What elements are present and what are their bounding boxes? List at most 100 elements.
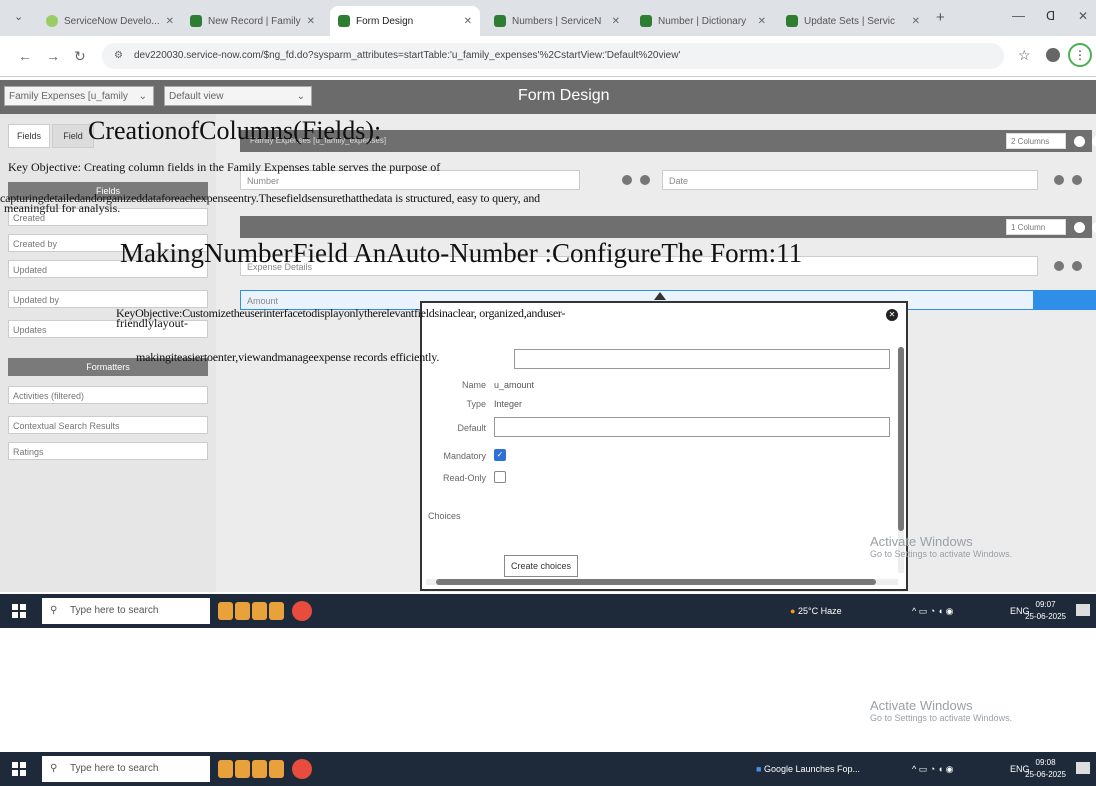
chrome-icon[interactable] — [292, 601, 312, 621]
formatter-label: Contextual Search Results — [13, 421, 120, 431]
watermark-title: Activate Windows — [870, 534, 973, 549]
clock-time: 09:07 — [1035, 600, 1056, 609]
close-icon[interactable]: ✕ — [752, 16, 766, 27]
news-text: Google Launches Fop... — [763, 764, 861, 774]
table-select[interactable]: Family Expenses [u_family ⌄ — [4, 86, 154, 106]
delete-section-icon[interactable] — [1092, 136, 1096, 147]
delete-section-icon[interactable] — [1092, 222, 1096, 233]
reload-icon[interactable]: ↻ — [74, 48, 86, 65]
tab-field-types-label: Field Types — [63, 131, 83, 141]
new-tab-button[interactable]: + — [936, 9, 945, 26]
form-field-date[interactable]: Date — [662, 170, 1038, 190]
gear-icon[interactable] — [1074, 222, 1085, 233]
section-header-2[interactable]: 1 Column — [240, 216, 1096, 238]
default-input[interactable] — [494, 417, 890, 437]
tab-new-record[interactable]: New Record | Family ✕ — [182, 6, 322, 36]
system-tray-icons[interactable]: ^ ▭ ◔ ◖ ◉ — [912, 752, 953, 786]
system-tray-icons[interactable]: ^ ▭ ◔ ◖ ◉ — [912, 594, 953, 628]
news-widget[interactable]: ■ Google Launches Fop... — [756, 752, 860, 786]
create-choices-button[interactable]: Create choices — [504, 555, 578, 577]
back-icon[interactable]: ← — [18, 48, 32, 64]
taskbar-2: ⚲ Type here to search ■ Google Launches … — [0, 752, 1096, 786]
palette-formatter-ratings[interactable]: Ratings — [8, 442, 208, 460]
weather-widget[interactable]: ● 25°C Haze — [790, 594, 842, 628]
remove-field-icon[interactable] — [1072, 261, 1082, 271]
news-icon: ■ — [756, 764, 762, 774]
heading-creation-of-columns: CreationofColumns(Fields): — [88, 116, 382, 145]
palette-formatter-activities[interactable]: Activities (filtered) — [8, 386, 208, 404]
weather-text: 25°C Haze — [797, 606, 842, 616]
tab-label: New Record | Family — [208, 15, 301, 27]
tab-fields[interactable]: Fields — [8, 124, 50, 148]
label-input[interactable] — [514, 349, 890, 369]
taskbar-search-input[interactable]: ⚲ Type here to search — [42, 598, 210, 624]
field-label: Updated — [13, 265, 48, 275]
gear-icon[interactable] — [1054, 175, 1064, 185]
tab-label: Number | Dictionary — [658, 15, 747, 27]
columns-select[interactable]: 2 Columns — [1006, 133, 1066, 149]
view-select[interactable]: Default view ⌄ — [164, 86, 312, 106]
weather-icon: ● — [790, 606, 796, 616]
web-icon — [46, 15, 58, 27]
default-label: Default — [457, 423, 486, 433]
field-label: Updated by — [13, 295, 60, 305]
tab-servicenow-developer[interactable]: ServiceNow Develo... ✕ — [38, 6, 178, 36]
tab-form-design[interactable]: Form Design ✕ — [330, 6, 480, 36]
close-icon[interactable]: ✕ — [301, 16, 315, 27]
taskbar-app-icons[interactable] — [218, 760, 284, 778]
field-label: Amount — [247, 296, 279, 306]
gear-icon[interactable] — [622, 175, 632, 185]
site-info-icon[interactable]: ⚙ — [114, 43, 123, 69]
close-dialog-icon[interactable]: ✕ — [886, 309, 898, 321]
search-placeholder: Type here to search — [70, 763, 159, 774]
notification-icon[interactable] — [1076, 762, 1090, 774]
close-icon[interactable]: ✕ — [160, 16, 174, 27]
field-label: Date — [669, 176, 689, 186]
activate-windows-watermark-2: Activate Windows Go to Settings to activ… — [870, 698, 1012, 723]
windows-start-icon[interactable] — [12, 604, 26, 618]
minimize-icon[interactable]: — — [1012, 8, 1025, 23]
taskbar-app-icons[interactable] — [218, 602, 284, 620]
columns-select[interactable]: 1 Column — [1006, 219, 1066, 235]
search-icon: ⚲ — [50, 605, 58, 616]
heading-making-number-field: MakingNumberField AnAuto-Number :Configu… — [120, 238, 803, 268]
menu-icon[interactable]: ⋮ — [1068, 43, 1092, 67]
url-input[interactable]: ⚙ dev220030.service-now.com/$ng_fd.do?sy… — [102, 43, 1004, 69]
search-placeholder: Type here to search — [70, 605, 159, 616]
close-window-icon[interactable]: ✕ — [1078, 9, 1088, 23]
servicenow-icon — [786, 15, 798, 27]
profile-icon[interactable] — [1046, 48, 1060, 62]
clock-time: 09:08 — [1035, 758, 1056, 767]
readonly-label: Read-Only — [442, 473, 486, 483]
tab-update-sets[interactable]: Update Sets | Servic ✕ — [778, 6, 928, 36]
close-icon[interactable]: ✕ — [606, 16, 620, 27]
palette-formatter-contextual-search[interactable]: Contextual Search Results — [8, 416, 208, 434]
choices-label: Choices — [428, 511, 461, 521]
close-icon[interactable]: ✕ — [458, 16, 472, 27]
tab-numbers[interactable]: Numbers | ServiceN ✕ — [486, 6, 628, 36]
restore-icon[interactable]: ᗡ — [1046, 9, 1055, 23]
mandatory-label: Mandatory — [443, 451, 486, 461]
remove-field-icon[interactable] — [1072, 175, 1082, 185]
forward-icon[interactable]: → — [46, 48, 60, 64]
columns-select-value: 1 Column — [1011, 223, 1046, 232]
taskbar-search-input[interactable]: ⚲ Type here to search — [42, 756, 210, 782]
horizontal-scrollbar[interactable] — [426, 579, 898, 585]
clock[interactable]: 09:08 25-06-2025 — [1025, 757, 1066, 781]
gear-icon[interactable] — [1074, 136, 1085, 147]
windows-start-icon[interactable] — [12, 762, 26, 776]
gear-icon[interactable] — [1054, 261, 1064, 271]
notification-icon[interactable] — [1076, 604, 1090, 616]
tab-search-icon[interactable]: ⌄ — [14, 10, 23, 23]
servicenow-icon — [640, 15, 652, 27]
selected-field-highlight — [1034, 290, 1096, 310]
mandatory-checkbox[interactable]: ✓ — [494, 449, 506, 461]
readonly-checkbox[interactable] — [494, 471, 506, 483]
remove-field-icon[interactable] — [640, 175, 650, 185]
tab-number-dictionary[interactable]: Number | Dictionary ✕ — [632, 6, 774, 36]
chrome-icon[interactable] — [292, 759, 312, 779]
close-icon[interactable]: ✕ — [906, 16, 920, 27]
bookmark-star-icon[interactable]: ☆ — [1018, 47, 1031, 64]
clock[interactable]: 09:07 25-06-2025 — [1025, 599, 1066, 623]
servicenow-icon — [190, 15, 202, 27]
